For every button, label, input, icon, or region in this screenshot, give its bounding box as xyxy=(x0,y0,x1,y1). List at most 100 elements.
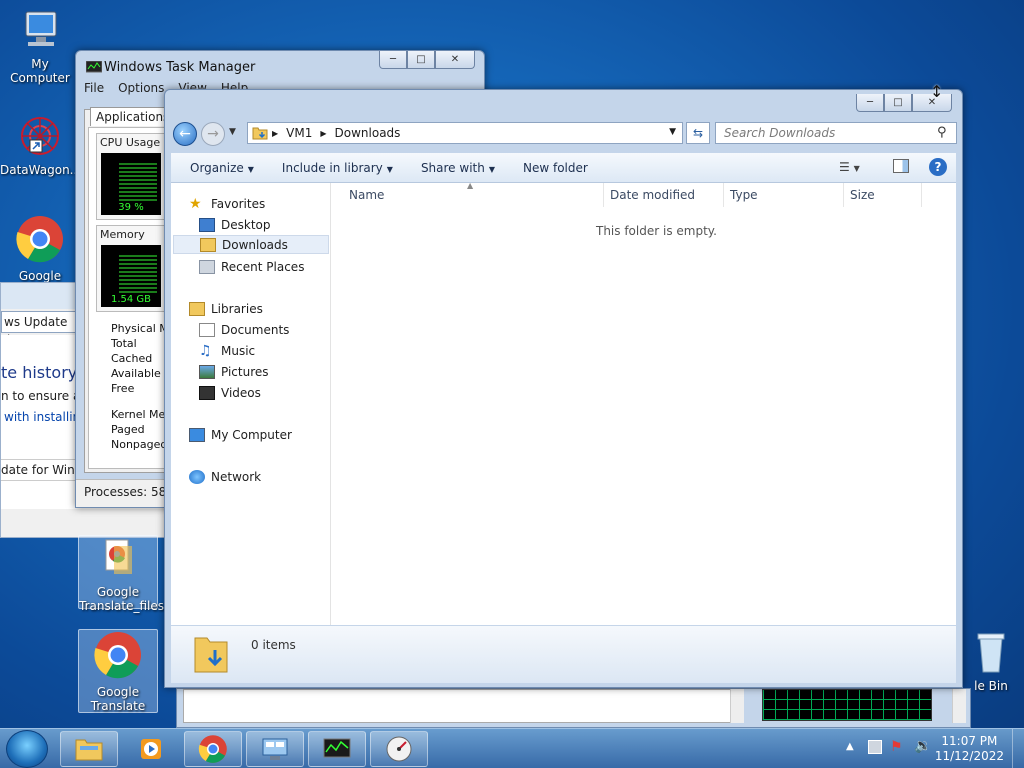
network-app-icon xyxy=(262,738,288,760)
desktop-icon-label: DataWagon... xyxy=(0,163,82,177)
view-options-button[interactable]: ☰ ▼ xyxy=(839,160,860,174)
nav-my-computer[interactable]: My Computer xyxy=(189,425,345,444)
nav-label: Libraries xyxy=(211,301,263,316)
back-button[interactable]: ← xyxy=(173,122,197,146)
process-count: Processes: 58 xyxy=(84,485,167,499)
tab-applications[interactable]: Applications xyxy=(90,107,176,126)
history-dropdown[interactable]: ▼ xyxy=(229,127,236,137)
refresh-button[interactable]: ⇆ xyxy=(686,122,710,144)
videos-icon xyxy=(199,385,215,400)
nav-downloads[interactable]: Downloads xyxy=(173,235,329,254)
task-manager-icon xyxy=(323,738,351,758)
nav-label: Favorites xyxy=(211,196,266,211)
forward-button[interactable]: → xyxy=(201,122,225,146)
taskbar-media-player[interactable] xyxy=(122,731,180,767)
taskbar: ▲ ⚑ 🔉 11:07 PM 11/12/2022 xyxy=(0,728,1024,768)
network-icon xyxy=(189,469,205,484)
column-label: Name xyxy=(349,188,385,202)
nav-videos[interactable]: Videos xyxy=(199,383,355,402)
column-label: Type xyxy=(730,188,758,202)
new-folder-button[interactable]: New folder xyxy=(523,161,588,175)
clock-time: 11:07 PM xyxy=(941,734,998,748)
show-desktop-button[interactable] xyxy=(1012,729,1024,768)
cpu-usage-panel: CPU Usage 39 % xyxy=(96,133,166,220)
taskbar-network-app[interactable] xyxy=(246,731,304,767)
network-tray-icon[interactable] xyxy=(868,740,882,754)
breadcrumb-downloads[interactable]: Downloads xyxy=(335,126,401,140)
nav-network[interactable]: Network xyxy=(189,467,345,486)
scrollbar[interactable] xyxy=(952,689,966,723)
desktop-icon xyxy=(199,217,215,232)
maximize-button[interactable]: □ xyxy=(407,51,435,69)
column-size[interactable]: Size xyxy=(844,183,922,207)
breadcrumb-vm1[interactable]: VM1 xyxy=(286,126,312,140)
desktop-icon-datawagon[interactable]: DataWagon... xyxy=(0,114,82,177)
action-center-icon[interactable]: ⚑ xyxy=(890,739,903,755)
search-icon: ⚲ xyxy=(937,125,947,140)
system-clock[interactable]: 11:07 PM 11/12/2022 xyxy=(935,734,1004,764)
background-window-bottom[interactable] xyxy=(176,688,971,728)
nav-label: Pictures xyxy=(221,364,269,379)
desktop-icon-label: Google Translate xyxy=(90,685,146,713)
window-title: Windows Task Manager xyxy=(104,60,256,75)
menu-file[interactable]: File xyxy=(84,81,104,95)
nav-desktop[interactable]: Desktop xyxy=(199,215,355,234)
column-date-modified[interactable]: Date modified xyxy=(604,183,724,207)
chrome-icon xyxy=(198,735,227,763)
desktop-icon-recycle-bin[interactable]: le Bin xyxy=(958,630,1024,693)
nav-libraries[interactable]: Libraries xyxy=(189,299,345,318)
column-name[interactable]: Name ▲ xyxy=(331,181,604,207)
share-with-button[interactable]: Share with ▼ xyxy=(421,161,495,175)
desktop-icon-google-translate[interactable]: Google Translate xyxy=(78,629,158,713)
empty-folder-message: This folder is empty. xyxy=(596,224,717,238)
nav-recent-places[interactable]: Recent Places xyxy=(199,257,355,276)
nav-label: Recent Places xyxy=(221,259,305,274)
address-dropdown[interactable]: ▼ xyxy=(669,127,676,137)
resize-cursor-icon: ↕ xyxy=(930,82,944,101)
start-button[interactable] xyxy=(6,730,48,768)
close-button[interactable]: ✕ xyxy=(435,51,475,69)
scrollbar[interactable] xyxy=(730,689,744,723)
preview-pane-button[interactable] xyxy=(893,159,909,173)
organize-button[interactable]: Organize ▼ xyxy=(190,161,254,175)
show-hidden-icons-button[interactable]: ▲ xyxy=(846,741,854,752)
taskbar-task-manager[interactable] xyxy=(308,731,366,767)
page-title: te history xyxy=(1,363,78,382)
media-player-icon xyxy=(141,739,161,759)
desktop-icon-translate-files[interactable]: Google Translate_files xyxy=(78,535,164,613)
include-in-library-button[interactable]: Include in library ▼ xyxy=(282,161,393,175)
documents-icon xyxy=(199,322,215,337)
downloads-folder-icon xyxy=(200,237,216,252)
memory-label: Memory xyxy=(100,228,145,241)
volume-icon[interactable]: 🔉 xyxy=(914,738,931,754)
help-icon[interactable]: ? xyxy=(929,158,947,176)
address-bar[interactable]: ▶ VM1 ▶ Downloads ▼ xyxy=(247,122,683,144)
taskbar-performance[interactable] xyxy=(370,731,428,767)
nav-favorites[interactable]: ★ Favorites xyxy=(189,194,345,213)
nav-documents[interactable]: Documents xyxy=(199,320,355,339)
explorer-window[interactable]: ─ □ ✕ ← → ▼ ▶ VM1 ▶ Downloads ▼ ⇆ Search… xyxy=(164,89,963,688)
maximize-button[interactable]: □ xyxy=(884,94,912,112)
minimize-button[interactable]: ─ xyxy=(379,51,407,69)
item-count: 0 items xyxy=(251,638,296,652)
desktop-icon-label: Google Translate_files xyxy=(79,585,165,613)
datawagon-icon xyxy=(21,117,59,155)
desktop-icon-label: Google xyxy=(18,269,62,283)
content-area: ★ Favorites Desktop Downloads Recent Pla… xyxy=(171,181,956,625)
folder-icon xyxy=(252,127,268,140)
minimize-button[interactable]: ─ xyxy=(856,94,884,112)
desktop-icon-google[interactable]: Google xyxy=(0,214,80,283)
nav-pictures[interactable]: Pictures xyxy=(199,362,355,381)
pictures-icon xyxy=(199,364,215,379)
search-input[interactable]: Search Downloads xyxy=(715,122,957,144)
cpu-usage-label: CPU Usage xyxy=(100,136,161,149)
column-type[interactable]: Type xyxy=(724,183,844,207)
memory-panel: Memory 1.54 GB xyxy=(96,225,166,312)
nav-music[interactable]: ♫ Music xyxy=(199,341,355,360)
taskbar-explorer[interactable] xyxy=(60,731,118,767)
taskbar-chrome[interactable] xyxy=(184,731,242,767)
desktop-icon-my-computer[interactable]: My Computer xyxy=(0,10,80,85)
folder-icon xyxy=(75,739,103,761)
menu-options[interactable]: Options xyxy=(118,81,164,95)
music-icon: ♫ xyxy=(199,342,212,359)
